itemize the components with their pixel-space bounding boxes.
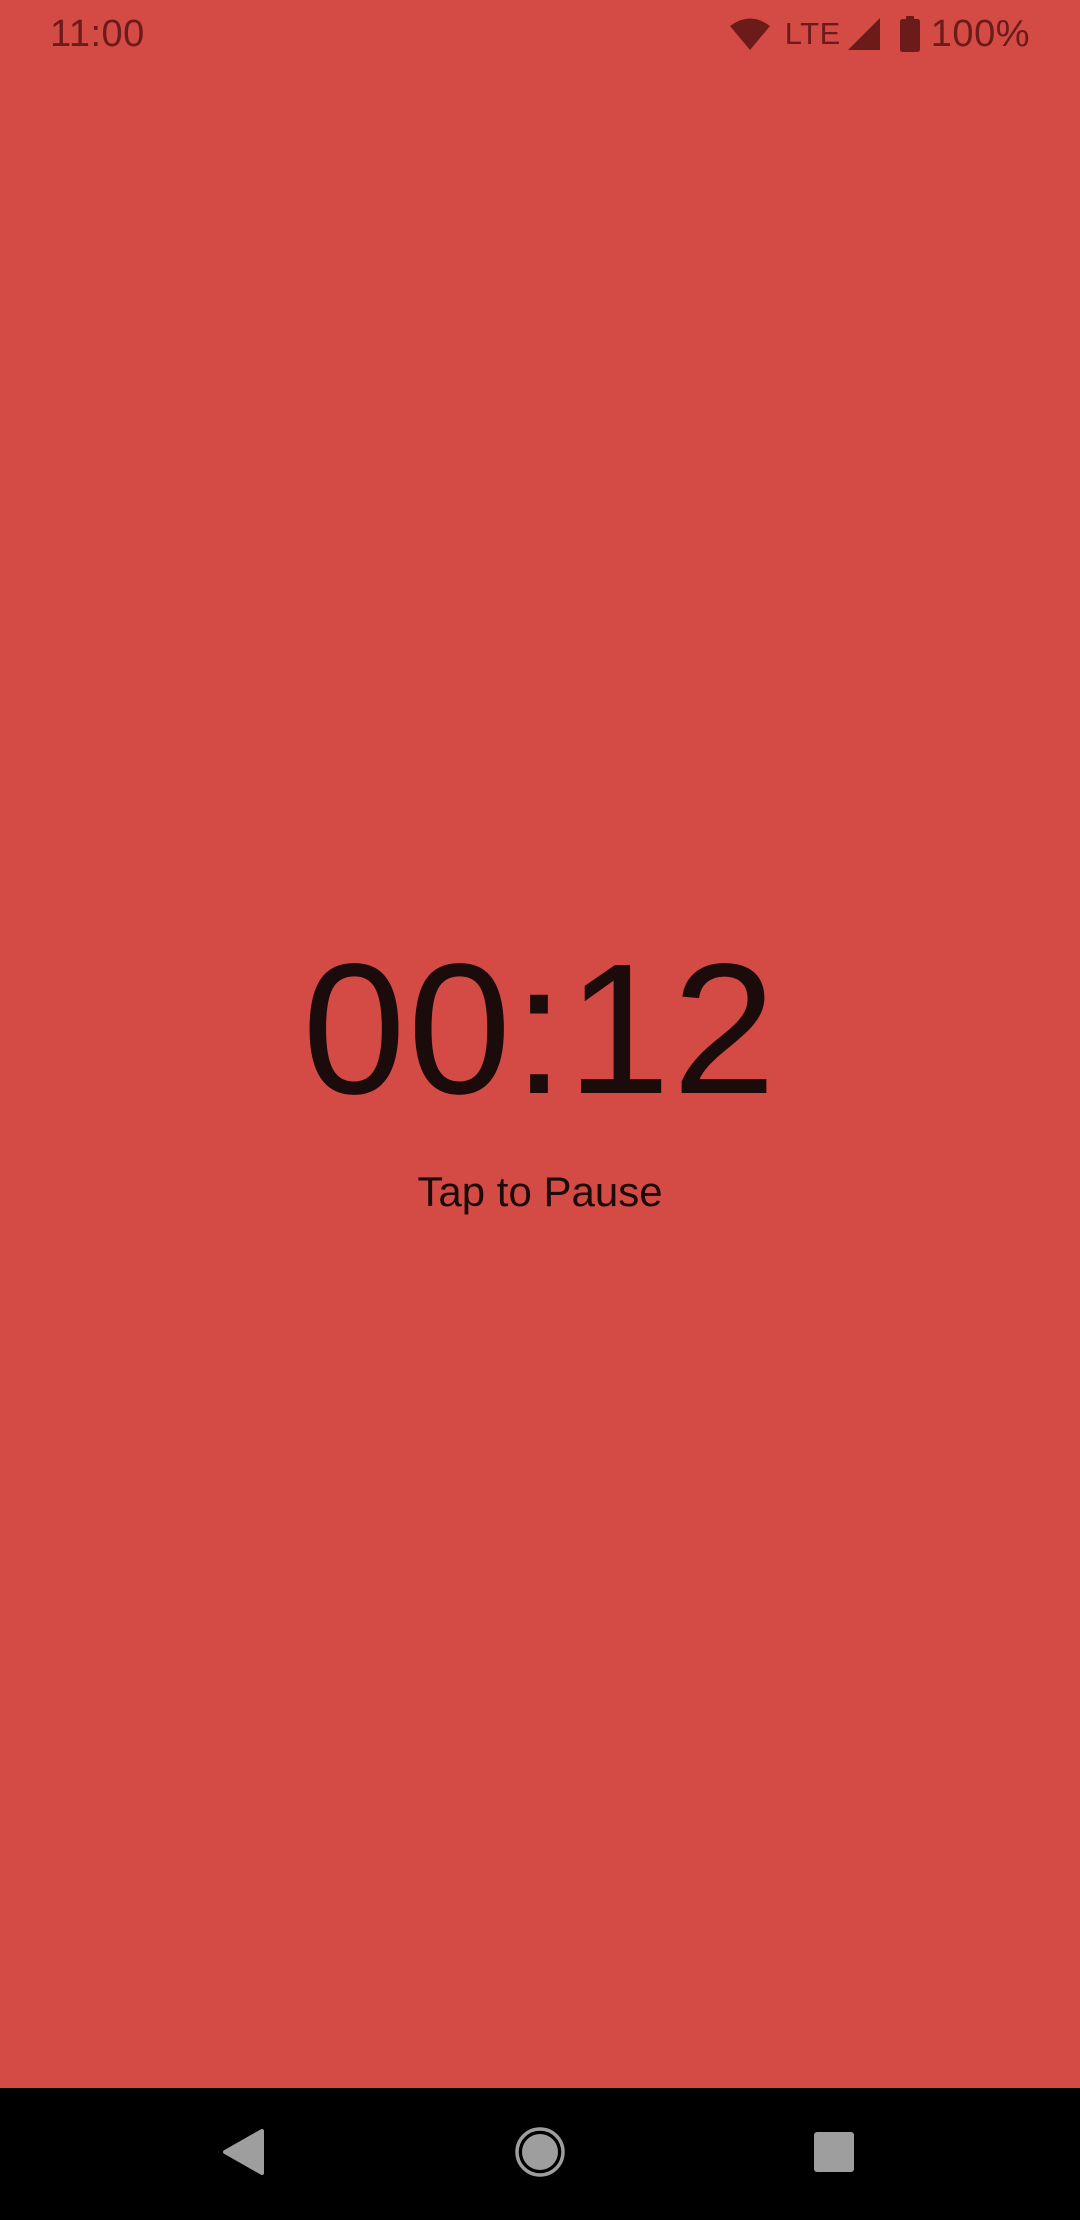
home-icon bbox=[514, 2126, 566, 2183]
back-icon bbox=[222, 2128, 266, 2181]
status-time: 11:00 bbox=[50, 13, 145, 55]
battery-icon bbox=[899, 16, 921, 52]
timer-display: 00:12 bbox=[302, 926, 778, 1133]
battery-percentage: 100% bbox=[930, 12, 1030, 55]
status-icons: LTE 100% bbox=[729, 10, 1030, 58]
recents-button[interactable] bbox=[768, 2088, 900, 2220]
recents-icon bbox=[813, 2131, 855, 2178]
status-bar: 11:00 LTE 100% bbox=[0, 0, 1080, 68]
cell-signal-icon bbox=[847, 17, 881, 51]
home-button[interactable] bbox=[474, 2088, 606, 2220]
wifi-icon bbox=[729, 17, 771, 51]
navigation-bar bbox=[0, 2088, 1080, 2220]
timer-screen: 11:00 LTE 100% 00:12 Tap to Pause bbox=[0, 0, 1080, 2088]
tap-to-pause-hint: Tap to Pause bbox=[417, 1168, 663, 1215]
timer-touch-area[interactable]: 00:12 Tap to Pause bbox=[0, 930, 1080, 1218]
back-button[interactable] bbox=[178, 2088, 310, 2220]
network-type: LTE bbox=[784, 16, 841, 51]
